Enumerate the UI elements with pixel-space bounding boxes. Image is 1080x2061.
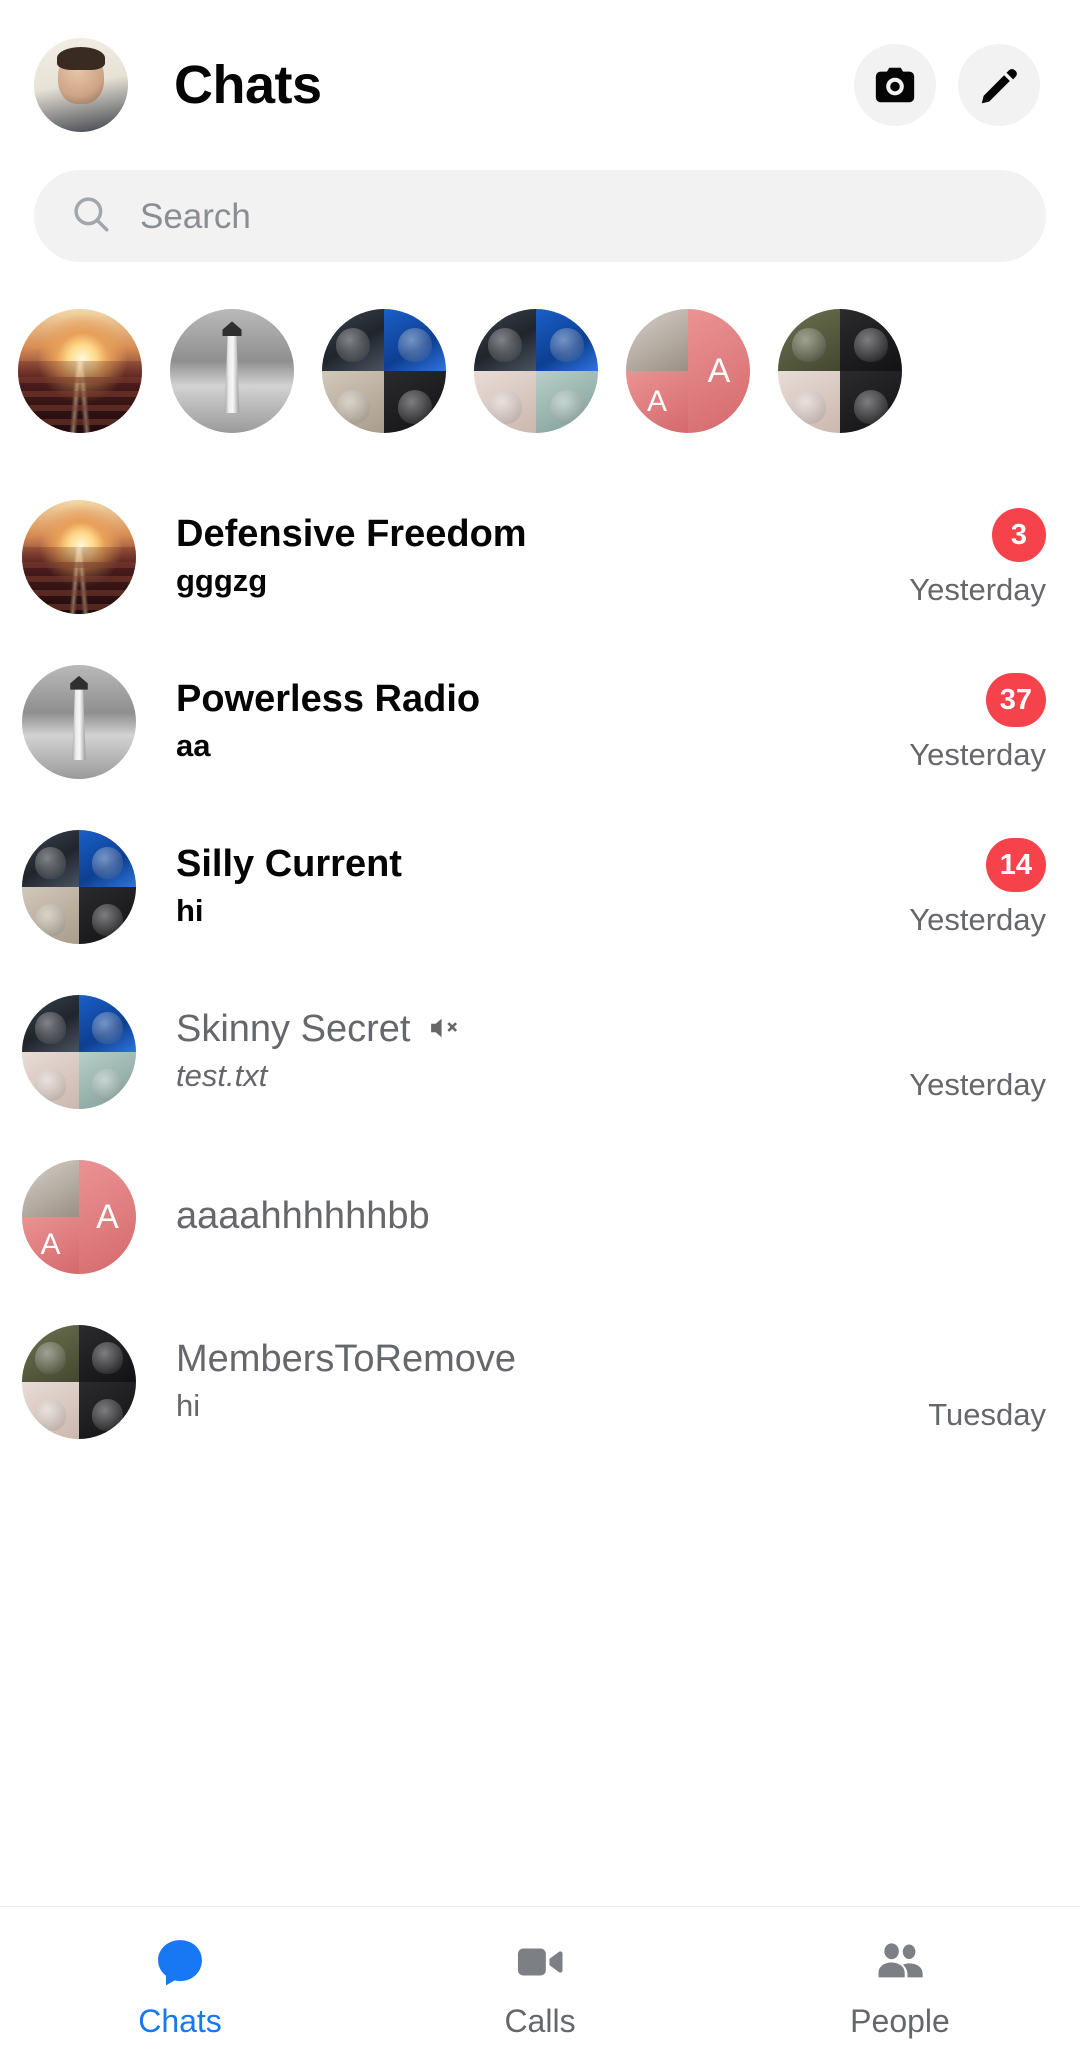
chat-timestamp: Yesterday <box>909 1067 1046 1102</box>
chat-snippet: gggzg <box>176 565 268 598</box>
unread-badge: 14 <box>985 838 1046 892</box>
chat-name-line: Defensive Freedom <box>176 513 891 556</box>
story-letter: A <box>626 371 688 433</box>
chat-name-line: Powerless Radio <box>176 678 891 721</box>
chat-meta: Yesterday <box>891 1003 1046 1100</box>
chat-meta: 37 Yesterday <box>891 673 1046 770</box>
compose-pencil-icon <box>977 63 1021 107</box>
chat-name: Skinny Secret <box>176 1008 411 1051</box>
compose-button[interactable] <box>958 44 1040 126</box>
chat-text: Silly Current hi <box>176 843 891 928</box>
chat-name-line: Silly Current <box>176 843 891 886</box>
avatar-image <box>22 829 136 944</box>
chat-timestamp: Yesterday <box>909 902 1046 937</box>
story-letter: A <box>688 309 750 433</box>
avatar-image <box>22 499 136 614</box>
chat-bubble-icon <box>152 1933 208 1991</box>
people-icon <box>872 1933 928 1991</box>
nav-item-calls[interactable]: Calls <box>360 1933 720 2037</box>
chat-row[interactable]: Skinny Secret test.txt Yesterday <box>0 969 1080 1134</box>
chat-snippet: hi <box>176 895 204 928</box>
chat-text: Defensive Freedom gggzg <box>176 513 891 598</box>
avatar-image <box>22 1324 136 1439</box>
story-thumbnail: A A <box>626 309 750 433</box>
avatar-image <box>22 664 136 779</box>
story-item[interactable] <box>170 309 294 433</box>
search-placeholder: Search <box>140 196 251 236</box>
app-header: Chats <box>0 0 1080 170</box>
nav-label-people: People <box>850 2003 950 2039</box>
avatar-image <box>22 994 136 1109</box>
avatar-image: A A <box>22 1159 136 1274</box>
chat-meta: 3 Yesterday <box>891 508 1046 605</box>
profile-avatar[interactable] <box>34 38 128 132</box>
chat-name: Silly Current <box>176 843 402 886</box>
unread-badge: 37 <box>985 673 1046 727</box>
avatar-letter: A <box>79 1159 136 1274</box>
chats-screen: Chats Search A A Defensive Freedom gggzg… <box>0 0 1080 2061</box>
chat-avatar[interactable] <box>22 829 136 944</box>
chat-avatar[interactable] <box>22 499 136 614</box>
mute-icon <box>426 1011 460 1050</box>
chat-avatar[interactable] <box>22 994 136 1109</box>
chat-text: Skinny Secret test.txt <box>176 1008 891 1093</box>
chat-row[interactable]: Powerless Radio aa 37 Yesterday <box>0 639 1080 804</box>
story-thumbnail <box>18 309 142 433</box>
nav-item-chats[interactable]: Chats <box>0 1933 360 2037</box>
chat-name-line: MembersToRemove <box>176 1338 910 1381</box>
chat-avatar[interactable]: A A <box>22 1159 136 1274</box>
chat-row[interactable]: MembersToRemove hi Tuesday <box>0 1299 1080 1464</box>
unread-badge: 3 <box>992 508 1046 562</box>
story-item[interactable]: A A <box>626 309 750 433</box>
story-thumbnail <box>170 309 294 433</box>
chat-snippet: test.txt <box>176 1060 268 1093</box>
story-avatar-photo <box>626 309 688 371</box>
chat-list: Defensive Freedom gggzg 3 Yesterday Powe… <box>0 452 1080 1906</box>
story-item[interactable] <box>778 309 902 433</box>
story-item[interactable] <box>474 309 598 433</box>
chat-row[interactable]: Silly Current hi 14 Yesterday <box>0 804 1080 969</box>
chat-name-line: Skinny Secret <box>176 1008 891 1051</box>
camera-icon <box>872 62 918 108</box>
story-thumbnail <box>778 309 902 433</box>
chat-row[interactable]: Defensive Freedom gggzg 3 Yesterday <box>0 474 1080 639</box>
search-icon <box>70 193 112 240</box>
search-section: Search <box>0 170 1080 276</box>
chat-timestamp: Yesterday <box>909 572 1046 607</box>
avatar-letter: A <box>22 1216 79 1274</box>
chat-name: aaaahhhhhhbb <box>176 1194 430 1237</box>
camera-button[interactable] <box>854 44 936 126</box>
chat-timestamp: Yesterday <box>909 737 1046 772</box>
chat-text: Powerless Radio aa <box>176 678 891 763</box>
search-input[interactable]: Search <box>34 170 1046 262</box>
bottom-navigation: Chats Calls People <box>0 1906 1080 2061</box>
chat-meta: 14 Yesterday <box>891 838 1046 935</box>
story-item[interactable] <box>322 309 446 433</box>
nav-label-chats: Chats <box>138 2003 222 2039</box>
chat-timestamp: Tuesday <box>928 1397 1046 1432</box>
page-title: Chats <box>174 55 322 115</box>
chat-meta: Tuesday <box>910 1333 1046 1430</box>
chat-avatar[interactable] <box>22 664 136 779</box>
nav-label-calls: Calls <box>504 2003 576 2039</box>
profile-photo <box>34 38 128 132</box>
chat-row[interactable]: A A aaaahhhhhhbb <box>0 1134 1080 1299</box>
video-camera-icon <box>513 1933 567 1991</box>
chat-snippet: hi <box>176 1390 201 1423</box>
chat-avatar[interactable] <box>22 1324 136 1439</box>
story-thumbnail <box>474 309 598 433</box>
chat-snippet: aa <box>176 730 211 763</box>
story-thumbnail <box>322 309 446 433</box>
avatar-photo <box>22 1159 79 1217</box>
chat-name-line: aaaahhhhhhbb <box>176 1194 926 1237</box>
chat-text: aaaahhhhhhbb <box>176 1194 926 1237</box>
chat-text: MembersToRemove hi <box>176 1338 910 1423</box>
chat-name: Defensive Freedom <box>176 513 527 556</box>
chat-name: Powerless Radio <box>176 678 481 721</box>
stories-row[interactable]: A A <box>0 276 1080 452</box>
chat-name: MembersToRemove <box>176 1338 516 1381</box>
story-item[interactable] <box>18 309 142 433</box>
nav-item-people[interactable]: People <box>720 1933 1080 2037</box>
